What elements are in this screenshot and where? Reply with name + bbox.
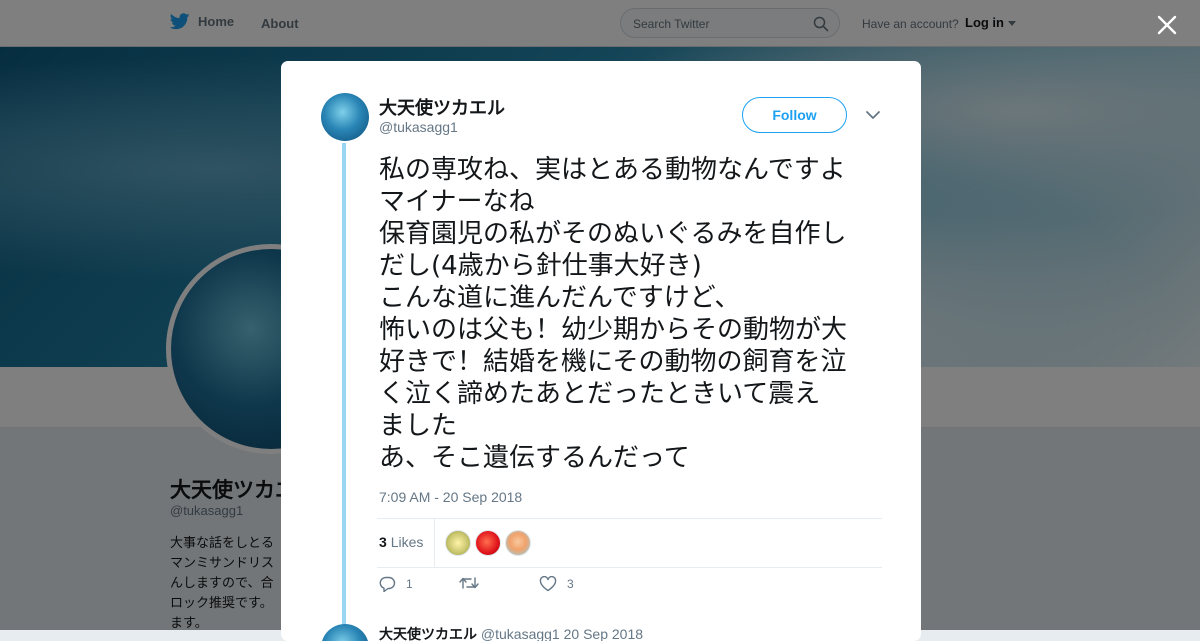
tweet-text-line: マイナーなね [379,187,535,217]
tweet-text-line: ました [379,411,458,441]
reply-count: 1 [406,577,413,591]
next-tweet-date[interactable]: 20 Sep 2018 [564,626,643,641]
tweet-text-line: だし(4歳から針仕事大好き) [379,251,702,281]
tweet-text-line: く泣く諦めたあとだったときいて震え [379,379,821,409]
tweet-text-line: 好きで！結婚を機にその動物の飼育を泣 [379,347,847,377]
liker-avatar[interactable] [475,530,501,556]
next-tweet-preview[interactable]: 大天使ツカエル @tukasagg1 20 Sep 2018 [321,624,881,641]
tweet-text-line: あ、そこ遺伝するんだって [379,443,690,473]
heart-icon [539,576,557,592]
retweet-button[interactable] [459,576,489,590]
tweet-actions: 1 3 [379,576,779,598]
tweet-author-handle[interactable]: @tukasagg1 [379,119,458,135]
like-button[interactable]: 3 [539,576,574,592]
tweet-text-line: 保育園児の私がそのぬいぐるみを自作し [379,219,847,249]
liker-avatar[interactable] [445,530,471,556]
tweet-text: 私の専攻ね、実はとある動物なんですよ マイナーなね 保育園児の私がそのぬいぐるみ… [379,154,889,474]
tweet-author-name[interactable]: 大天使ツカエル [379,94,505,120]
next-tweet-author[interactable]: 大天使ツカエル [379,626,477,641]
chevron-down-icon[interactable] [863,108,883,122]
tweet-modal: 大天使ツカエル @tukasagg1 Follow 私の専攻ね、実はとある動物な… [281,61,921,641]
tweet-stats: 3 Likes [377,518,882,568]
like-count: 3 [567,577,574,591]
reply-button[interactable]: 1 [379,576,413,592]
avatar[interactable] [321,93,369,141]
reply-icon [379,576,396,592]
tweet-timestamp[interactable]: 7:09 AM - 20 Sep 2018 [379,489,522,505]
likes-count: 3 [379,534,387,550]
tweet-text-line: 私の専攻ね、実はとある動物なんですよ [379,155,846,185]
next-tweet-handle[interactable]: @tukasagg1 [481,626,560,641]
retweet-icon [459,577,479,589]
liker-avatar[interactable] [505,530,531,556]
stats-divider [434,519,435,567]
close-icon[interactable] [1154,12,1180,38]
likes-stat[interactable]: 3 Likes [379,534,423,550]
follow-button[interactable]: Follow [742,97,847,133]
tweet-text-line: 怖いのは父も！幼少期からその動物が大 [379,315,848,345]
likes-label: Likes [390,534,424,550]
next-tweet-header: 大天使ツカエル @tukasagg1 20 Sep 2018 [379,624,643,641]
thread-connector-line [342,143,346,641]
avatar[interactable] [321,624,369,641]
tweet-text-line: こんな道に進んだんですけど、 [379,283,741,313]
